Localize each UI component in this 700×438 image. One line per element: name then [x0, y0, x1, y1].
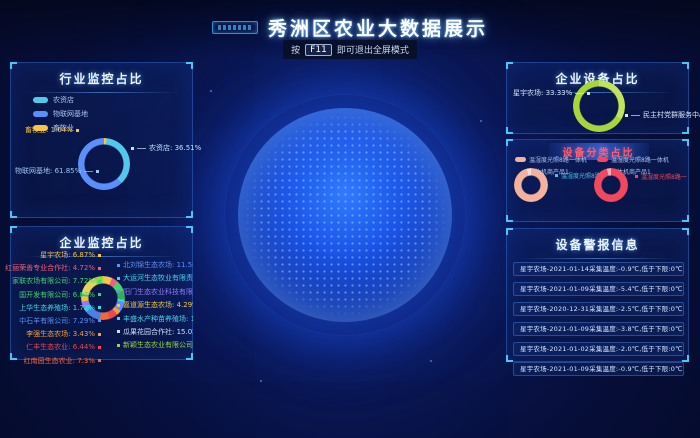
panel-enterprise-device-ratio: 企业设备占比 星宇农场: 33.33% 民主村党群服务中心: — [506, 62, 689, 134]
monitor-right-labels: 北刘锦生态农场: 11.50% 大运河生态牧业有限责任公 阳门生态农业科技有限公… — [117, 260, 193, 350]
donut-label: 阳门生态农业科技有限公 — [117, 287, 193, 297]
category-right-donut-chart[interactable] — [594, 168, 628, 202]
donut-label: 嘉道源生态农场: 4.29% — [117, 300, 193, 310]
legend-label: 物联网基地 — [53, 109, 88, 119]
legend-label: 农资店 — [53, 95, 74, 105]
donut-label: 李强生态农场: 3.43% — [26, 329, 101, 339]
donut-label: 新颖生态农业有限公司: 6.87% — [117, 340, 193, 350]
category-left-donut-chart[interactable] — [514, 168, 548, 202]
donut-label: 仁丰生态农业: 6.44% — [26, 342, 101, 352]
alarm-row: 星宇农场-2021-01-09采集温度:-0.9℃,低于下限:0℃ — [513, 362, 684, 376]
donut-label: 丰盛水产种苗养殖场: 1. — [117, 314, 193, 324]
donut-label: 民主村党群服务中心: — [625, 110, 700, 120]
header: 秀洲区农业大数据展示 — [0, 14, 700, 41]
fullscreen-hint: 按 F11 即可退出全屏模式 — [0, 40, 700, 59]
legend-item[interactable]: 温湿度光照8路一体机 — [597, 155, 669, 164]
alarm-row: 星宇农场-2020-12-31采集温度:-2.5℃,低于下限:0℃ — [513, 302, 684, 316]
particle-dot — [260, 380, 262, 382]
legend-swatch — [33, 97, 48, 103]
legend-label: 温湿度光照8路一体机 — [611, 155, 669, 164]
donut-label: 中石羊有限公司: 7.29% — [19, 316, 101, 326]
donut-label: 大运河生态牧业有限责任公 — [117, 273, 193, 283]
particle-dot — [210, 90, 212, 92]
donut-label: 红丽荣善专业合作社: 4.72% — [5, 263, 101, 273]
legend-item-wulianwang[interactable]: 物联网基地 — [33, 109, 88, 119]
hint-suffix: 即可退出全屏模式 — [337, 43, 409, 56]
logo-badge — [212, 21, 258, 34]
legend-swatch — [33, 111, 48, 117]
donut-label: 农资店: 36.51% — [131, 143, 201, 153]
donut-label: 北刘锦生态农场: 11.50% — [117, 260, 193, 270]
legend-label: 温湿度光照8路一体机 — [529, 155, 587, 164]
panel-device-alarms: 设备警报信息 星宇农场-2021-01-14采集温度:-0.9℃,低于下限:0℃… — [506, 228, 689, 362]
alarm-row: 星宇农场-2021-01-09采集温度:-5.4℃,低于下限:0℃ — [513, 282, 684, 296]
particle-dot — [480, 120, 482, 122]
f11-keycap: F11 — [305, 44, 332, 56]
enterprise-device-donut-chart[interactable] — [573, 80, 625, 132]
donut-label: 星宇农场: 33.33% — [513, 88, 571, 98]
panel-device-category-ratio: 设备分类占比 温湿度光照8路一体机 一体机商产品1 温湿度光照8路一 温湿度光照… — [506, 139, 689, 222]
globe-visualization — [238, 108, 452, 322]
donut-label: 温湿度光照8路一 — [635, 172, 687, 181]
donut-label: 瓜果花园合作社: 15.02% — [117, 327, 193, 337]
particle-dot — [430, 360, 432, 362]
page-title: 秀洲区农业大数据展示 — [268, 14, 488, 41]
hint-prefix: 按 — [291, 43, 300, 56]
monitor-left-labels: 星宇农场: 6.87% 红丽荣善专业合作社: 4.72% 家联农场有限公司: 7… — [15, 250, 101, 366]
industry-donut-chart[interactable] — [78, 138, 130, 190]
panel-industry-title: 行业监控占比 — [11, 70, 192, 93]
panel-industry-ratio: 行业监控占比 农资店 物联网基地 畜牧业 畜牧业: 1.64% 农资店: 36.… — [10, 62, 193, 218]
legend-item[interactable]: 温湿度光照8路一体机 — [515, 155, 587, 164]
alarm-row: 星宇农场-2021-01-02采集温度:-2.0℃,低于下限:0℃ — [513, 342, 684, 356]
legend-item-nongzidian[interactable]: 农资店 — [33, 95, 88, 105]
donut-label: 上华生态养殖场: 1.72% — [19, 303, 101, 313]
donut-label: 畜牧业: 1.64% — [25, 125, 99, 135]
legend-swatch — [597, 157, 608, 162]
alarm-row: 星宇农场-2021-01-14采集温度:-0.9℃,低于下限:0℃ — [513, 262, 684, 276]
donut-label: 星宇农场: 6.87% — [40, 250, 101, 260]
panel-enterprise-monitor-ratio: 企业监控占比 星宇农场: 6.87% 红丽荣善专业合作社: 4.72% 家联农场… — [10, 226, 193, 360]
donut-label: 红南园生态农业: 7.3% — [24, 356, 101, 366]
alarm-row: 星宇农场-2021-01-09采集温度:-3.8℃,低于下限:0℃ — [513, 322, 684, 336]
panel-alarms-title: 设备警报信息 — [507, 236, 688, 259]
donut-label: 国开发有限公司: 6.87% — [19, 290, 101, 300]
donut-label: 物联网基地: 61.85% — [15, 166, 89, 176]
donut-label: 家联农场有限公司: 7.72% — [12, 276, 101, 286]
legend-swatch — [515, 157, 526, 162]
alarm-list: 星宇农场-2021-01-14采集温度:-0.9℃,低于下限:0℃ 星宇农场-2… — [513, 262, 684, 376]
